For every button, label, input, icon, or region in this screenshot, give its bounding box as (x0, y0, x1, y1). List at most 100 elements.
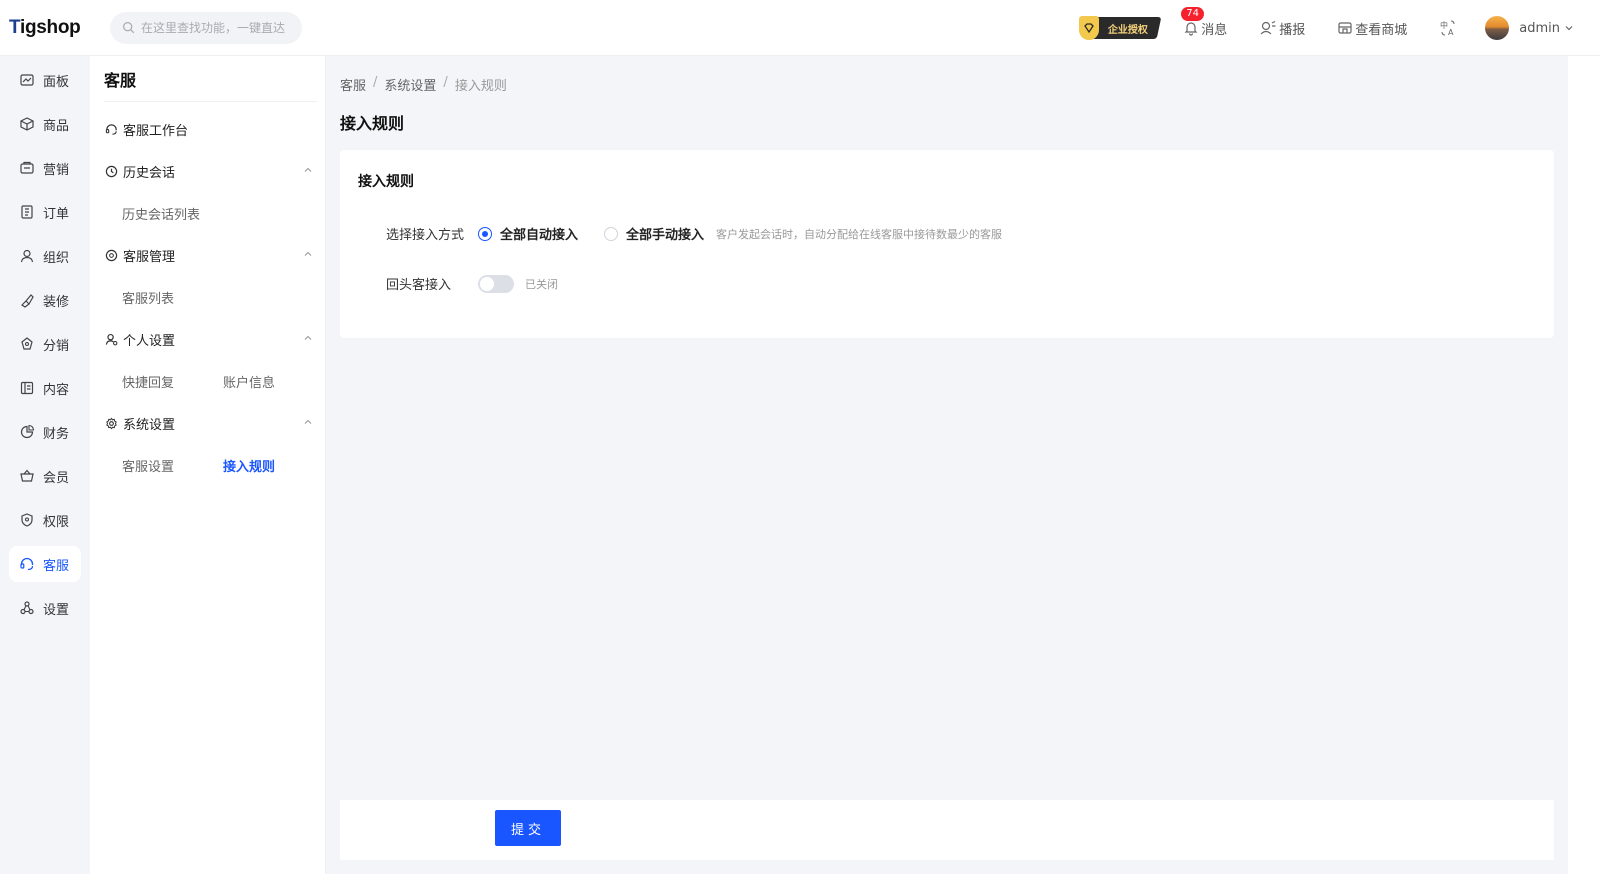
submit-button[interactable]: 提交 (495, 810, 561, 846)
view-store-button[interactable]: 查看商城 (1337, 19, 1407, 38)
menu-group-personal-label: 个人设置 (123, 333, 176, 349)
nav-item-8[interactable]: 财务 (9, 414, 81, 450)
avatar (1485, 16, 1510, 40)
chevron-up-icon (304, 167, 312, 172)
returning-toggle[interactable] (478, 274, 514, 293)
nav-item-label: 组织 (43, 250, 70, 266)
nav-item-12[interactable]: 设置 (9, 590, 81, 626)
breadcrumb-item[interactable]: 客服 (340, 75, 366, 94)
logo-text: igshop (19, 16, 81, 38)
gear-icon (106, 417, 117, 429)
card-title: 接入规则 (358, 174, 414, 190)
menu-item-agent-list[interactable]: 客服列表 (122, 288, 223, 307)
secondary-sidebar: 客服 客服工作台 历史会话 历史会话列表 客服管理 客服列表 个人设置 快捷回复… (90, 56, 326, 874)
nav-item-11[interactable]: 客服 (9, 546, 81, 582)
menu-group-history[interactable]: 历史会话 (90, 150, 325, 192)
primary-sidebar: 面板商品营销订单组织装修分销内容财务会员权限客服设置 (0, 56, 90, 874)
search-input[interactable] (141, 20, 291, 35)
user-menu[interactable]: admin (1485, 16, 1574, 40)
breadcrumb: 客服 / 系统设置 / 接入规则 (340, 75, 507, 94)
nav-item-6[interactable]: 分销 (9, 326, 81, 362)
svg-text:中: 中 (1440, 20, 1448, 30)
top-bar: Tigshop 企业授权 74 消息 播报 查看商城 中A (0, 0, 1600, 56)
nav-item-7[interactable]: 内容 (9, 370, 81, 406)
broadcast-button[interactable]: 播报 (1259, 19, 1305, 38)
menu-item-history-list[interactable]: 历史会话列表 (122, 204, 223, 223)
settings-card: 接入规则 选择接入方式 全部自动接入 全部手动接入 客户发起会话时，自动分配给在… (340, 150, 1554, 338)
search-icon (123, 22, 135, 34)
menu-group-history-label: 历史会话 (123, 165, 176, 181)
search-box[interactable] (110, 11, 302, 44)
access-mode-row: 选择接入方式 全部自动接入 全部手动接入 客户发起会话时，自动分配给在线客服中接… (386, 224, 1002, 243)
breadcrumb-item[interactable]: 系统设置 (384, 75, 436, 94)
logo[interactable]: Tigshop (0, 17, 92, 39)
nav-item-9[interactable]: 会员 (9, 458, 81, 494)
clock-icon (105, 165, 118, 177)
chevron-up-icon (304, 251, 312, 256)
main-content: 客服 / 系统设置 / 接入规则 接入规则 接入规则 选择接入方式 全部自动接入… (326, 56, 1568, 874)
store-icon (1338, 22, 1352, 34)
menu-workbench-label: 客服工作台 (123, 123, 189, 139)
menu-workbench[interactable]: 客服工作台 (90, 108, 325, 150)
nav-item-label: 订单 (43, 206, 70, 222)
menu-item-access-rules[interactable]: 接入规则 (223, 456, 324, 475)
content-icon (20, 381, 34, 395)
nav-item-10[interactable]: 权限 (9, 502, 81, 538)
license-label: 企业授权 (1108, 24, 1149, 36)
view-store-label: 查看商城 (1355, 22, 1408, 38)
access-mode-hint: 客户发起会话时，自动分配给在线客服中接待数最少的客服 (716, 227, 1003, 241)
nav-item-label: 客服 (43, 558, 70, 574)
nav-item-label: 会员 (43, 470, 70, 486)
svg-text:A: A (1448, 28, 1454, 37)
enterprise-license-badge[interactable]: 企业授权 (1079, 16, 1162, 40)
menu-item-account-info[interactable]: 账户信息 (223, 372, 324, 391)
order-icon (21, 205, 33, 219)
nav-item-label: 装修 (43, 294, 70, 310)
brush-icon (21, 294, 34, 308)
pie-icon (20, 424, 35, 439)
dashboard-icon (20, 74, 34, 86)
nav-item-3[interactable]: 订单 (9, 194, 81, 230)
settings-icon (20, 601, 34, 615)
nav-item-label: 分销 (43, 338, 70, 354)
returning-label: 回头客接入 (386, 278, 452, 293)
nav-item-1[interactable]: 商品 (9, 106, 81, 142)
radio-auto-label: 全部自动接入 (500, 228, 579, 243)
diamond-icon (1079, 16, 1100, 40)
access-mode-label: 选择接入方式 (386, 228, 465, 243)
ticket-icon (20, 161, 34, 174)
nav-item-2[interactable]: 营销 (9, 150, 81, 186)
radio-manual-label: 全部手动接入 (626, 228, 705, 243)
chevron-up-icon (304, 419, 312, 424)
radio-auto-access[interactable]: 全部自动接入 (478, 224, 578, 243)
radio-dot (478, 226, 492, 241)
page-title: 接入规则 (340, 114, 405, 133)
nav-item-label: 财务 (43, 426, 70, 442)
nav-item-5[interactable]: 装修 (9, 282, 81, 318)
menu-group-manage[interactable]: 客服管理 (90, 234, 325, 276)
message-count-badge: 74 (1181, 6, 1204, 21)
menu-group-system-label: 系统设置 (123, 417, 176, 433)
box-icon (20, 117, 34, 131)
nav-item-4[interactable]: 组织 (9, 238, 81, 274)
returning-status: 已关闭 (525, 277, 558, 291)
chevron-down-icon (1565, 26, 1573, 31)
menu-group-personal[interactable]: 个人设置 (90, 318, 325, 360)
messages-label: 消息 (1201, 22, 1228, 38)
language-button[interactable]: 中A (1439, 19, 1459, 37)
nav-item-label: 面板 (43, 74, 70, 90)
basket-icon (20, 469, 34, 482)
messages-button[interactable]: 74 消息 (1181, 6, 1228, 38)
headset-icon (20, 557, 34, 571)
radio-manual-access[interactable]: 全部手动接入 (604, 224, 704, 243)
submenu-title: 客服 (104, 56, 317, 102)
menu-group-system[interactable]: 系统设置 (90, 402, 325, 444)
translate-icon: 中A (1440, 20, 1455, 37)
nav-item-0[interactable]: 面板 (9, 62, 81, 98)
headset-manage-icon (105, 249, 118, 261)
nav-item-label: 商品 (43, 118, 70, 134)
menu-item-agent-settings[interactable]: 客服设置 (122, 456, 223, 475)
nav-item-label: 营销 (43, 162, 70, 178)
broadcast-label: 播报 (1279, 22, 1306, 38)
menu-item-quick-reply[interactable]: 快捷回复 (122, 372, 223, 391)
